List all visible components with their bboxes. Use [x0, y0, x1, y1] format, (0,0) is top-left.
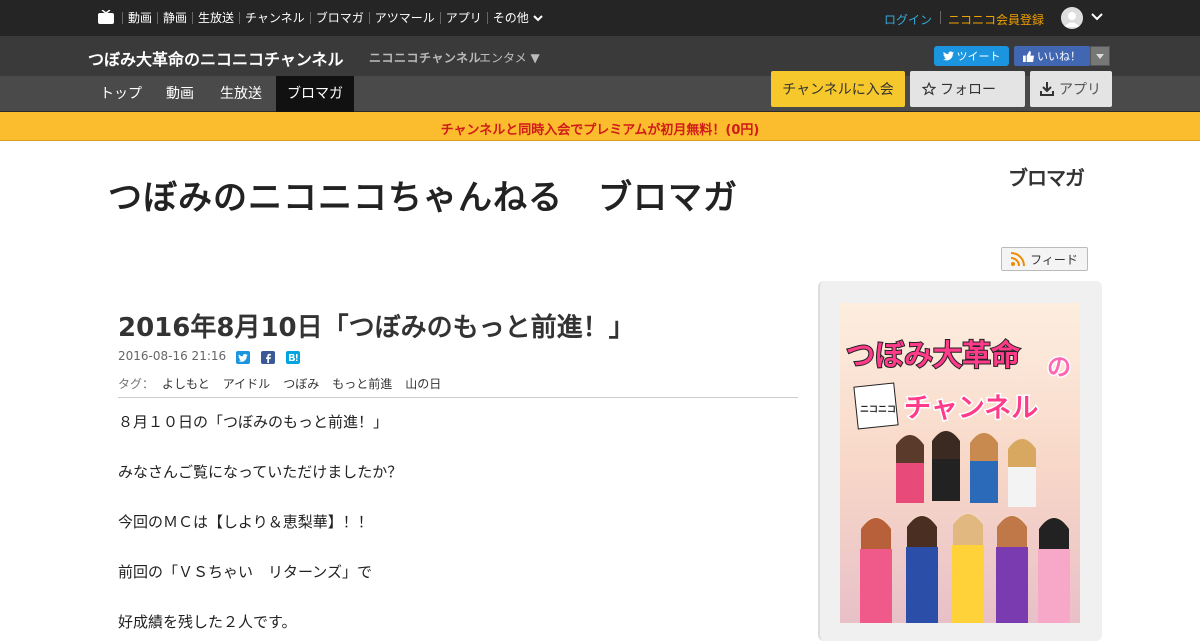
register-link[interactable]: ニコニコ会員登録: [948, 11, 1044, 28]
global-nav-seiga[interactable]: 静画: [157, 12, 192, 24]
tab-live[interactable]: 生放送: [209, 76, 273, 112]
blog-title[interactable]: つぼみのニコニコちゃんねる ブロマガ: [108, 170, 738, 219]
tweet-button[interactable]: ツイート: [934, 46, 1009, 66]
article-date: 2016-08-16 21:16: [118, 349, 227, 363]
global-nav-more-label: その他: [492, 11, 529, 25]
global-nav-channel[interactable]: チャンネル: [239, 12, 310, 24]
rss-feed-button[interactable]: フィード: [1001, 247, 1088, 271]
banner-no-text: の: [1047, 353, 1071, 381]
tag-item[interactable]: もっと前進: [332, 375, 392, 392]
channel-banner-image[interactable]: つぼみ大革命 の ニコニコ チャンネル: [840, 303, 1080, 623]
facebook-f-glyph: [266, 353, 271, 363]
follow-label: フォロー: [940, 82, 996, 98]
app-download-button[interactable]: アプリ: [1030, 71, 1112, 107]
global-nav-more[interactable]: その他: [486, 11, 548, 25]
tab-video[interactable]: 動画: [155, 76, 205, 112]
divider: [940, 11, 941, 24]
hatena-bookmark-icon[interactable]: [286, 351, 300, 364]
like-count-box: [1090, 46, 1110, 66]
premium-promo-banner[interactable]: チャンネルと同時入会でプレミアムが初月無料！(0円): [0, 112, 1200, 141]
tag-item[interactable]: よしもと: [162, 375, 210, 392]
global-nav-video[interactable]: 動画: [122, 12, 157, 24]
article-paragraph: 今回のＭＣは【しより＆恵梨華】！！: [118, 513, 373, 531]
channel-banner-artwork: つぼみ大革命 の ニコニコ チャンネル: [840, 303, 1080, 623]
star-icon: [922, 82, 936, 96]
hatena-b-glyph: [289, 354, 298, 361]
feed-label: フィード: [1030, 252, 1078, 267]
twitter-icon: [942, 51, 954, 61]
category-dropdown[interactable]: エンタメ ▼: [479, 49, 540, 66]
global-nav-app[interactable]: アプリ: [439, 12, 487, 24]
banner-channel-text: チャンネル: [904, 393, 1038, 424]
article-paragraph: みなさんご覧になっていただけましたか？: [118, 463, 403, 481]
tab-blomaga[interactable]: ブロマガ: [276, 76, 354, 112]
rss-icon: [1011, 252, 1026, 266]
thumbs-up-icon: [1023, 50, 1034, 62]
divider: [118, 397, 798, 398]
download-icon: [1040, 82, 1054, 96]
promo-text: チャンネルと同時入会でプレミアムが初月無料！(0円): [440, 123, 760, 138]
twitter-bird-glyph: [238, 353, 248, 362]
app-label: アプリ: [1059, 82, 1101, 98]
tab-top[interactable]: トップ: [89, 76, 153, 112]
chevron-down-icon: [533, 15, 543, 22]
channel-title[interactable]: つぼみ大革命のニコニコチャンネル: [88, 46, 344, 70]
twitter-share-icon[interactable]: [236, 351, 250, 364]
chevron-down-icon[interactable]: [1091, 12, 1103, 22]
avatar[interactable]: [1061, 7, 1083, 29]
tag-item[interactable]: アイドル: [223, 375, 270, 392]
global-nav-blomaga[interactable]: ブロマガ: [309, 12, 369, 24]
global-nav-bar: 動画 静画 生放送 チャンネル ブロマガ アツマール アプリ その他 ログイン …: [0, 0, 1200, 36]
triangle-down-icon: [1096, 54, 1104, 59]
article-paragraph: 前回の「ＶＳちゃい リターンズ」で: [118, 563, 372, 581]
banner-title-text: つぼみ大革命: [846, 338, 1021, 372]
article-paragraph: 好成績を残した２人です。: [118, 613, 297, 631]
niconico-channel-logo[interactable]: ニコニコチャンネル: [369, 49, 481, 66]
global-nav-atsumaru[interactable]: アツマール: [368, 12, 440, 24]
article-paragraph: ８月１０日の「つぼみのもっと前進！」: [118, 413, 389, 431]
global-nav: 動画 静画 生放送 チャンネル ブロマガ アツマール アプリ その他: [122, 0, 548, 36]
login-link[interactable]: ログイン: [884, 11, 932, 28]
like-label: いいね！: [1037, 50, 1081, 63]
tag-item[interactable]: 山の日: [405, 375, 441, 392]
banner-niconico-text: ニコニコ: [860, 405, 896, 415]
facebook-share-icon[interactable]: [261, 351, 275, 364]
blomaga-logo[interactable]: ブロマガ: [1008, 162, 1085, 191]
tag-list: タグ： よしもと アイドル つぼみ もっと前進 山の日: [118, 375, 441, 392]
channel-bar: つぼみ大革命のニコニコチャンネル ニコニコチャンネル エンタメ ▼ ツイート い…: [0, 36, 1200, 76]
tag-item[interactable]: つぼみ: [283, 375, 319, 392]
join-channel-button[interactable]: チャンネルに入会: [771, 71, 905, 107]
global-nav-live[interactable]: 生放送: [192, 12, 239, 24]
article-title[interactable]: 2016年8月10日「つぼみのもっと前進！」: [118, 307, 635, 344]
tag-label: タグ：: [118, 377, 155, 391]
tweet-label: ツイート: [956, 50, 1001, 63]
user-icon: [1061, 7, 1083, 29]
niconico-tv-icon[interactable]: [98, 10, 114, 24]
follow-button[interactable]: フォロー: [910, 71, 1025, 107]
facebook-like-button[interactable]: いいね！: [1014, 46, 1090, 66]
